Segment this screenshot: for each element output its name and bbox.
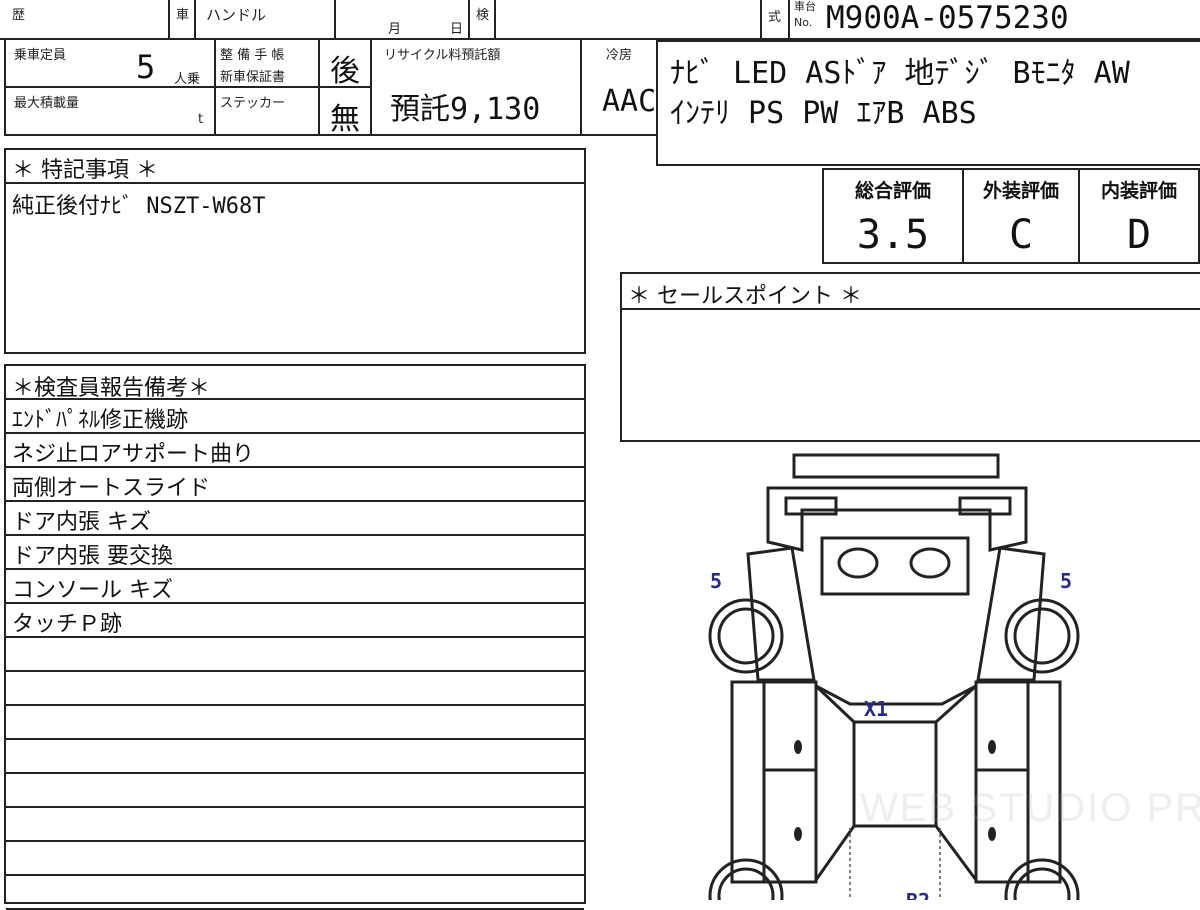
inspector-note-row [6, 638, 584, 672]
chassis-number: M900A-0575230 [826, 0, 1069, 36]
special-notes-text: 純正後付ﾅﾋﾞ NSZT-W68T [12, 194, 266, 219]
damage-mark-left: 5 [710, 569, 722, 593]
handle-label: ハンドル [206, 6, 267, 24]
equipment-box: ﾅﾋﾞ LED ASﾄﾞｱ 地ﾃﾞｼﾞ Bﾓﾆﾀ AW ｲﾝﾃﾘ PS PW ｴ… [656, 40, 1200, 166]
maxload-unit: t [198, 112, 204, 127]
maxload-label: 最大積載量 [14, 96, 80, 111]
inspector-note-text: ドア内張 キズ [12, 510, 151, 535]
inspector-note-row [6, 740, 584, 774]
damage-mark-center: X1 [864, 697, 888, 721]
inspector-note-text: ネジ止ロアサポート曲り [12, 442, 255, 467]
inspector-note-row [6, 876, 584, 910]
ac-label: 冷房 [606, 48, 633, 63]
special-notes-box: ＊ 特記事項 ＊ 純正後付ﾅﾋﾞ NSZT-W68T [4, 148, 586, 354]
inspector-note-row [6, 808, 584, 842]
inspector-note-text: ドア内張 要交換 [12, 544, 173, 569]
inspector-note-row [6, 774, 584, 808]
chassis-label-top: 車台 [794, 0, 816, 13]
maintenance-value: 後 [330, 54, 360, 89]
sales-point-box: ＊ セールスポイント ＊ [620, 272, 1200, 442]
inspector-note-row: ドア内張 キズ [6, 502, 584, 536]
inspector-note-row [6, 706, 584, 740]
car-damage-diagram: 5 5 X1 B2 [708, 453, 1080, 900]
ac-value: AAC [602, 84, 657, 119]
model-label: 式 [768, 10, 782, 25]
capacity-value: 5 [136, 48, 156, 86]
grade-overall-label: 総合評価 [854, 180, 931, 202]
capacity-label: 乗車定員 [14, 48, 67, 63]
grade-overall-value: 3.5 [856, 212, 930, 258]
warranty-label: 新車保証書 [220, 70, 286, 85]
inspector-note-row: ドア内張 要交換 [6, 536, 584, 570]
day-label: 日 [450, 22, 464, 37]
grade-exterior: 外装評価 C [964, 170, 1080, 262]
history-label: 歴 [12, 8, 26, 23]
grade-interior: 内装評価 D [1080, 170, 1198, 262]
inspector-note-text: 両側オートスライド [12, 476, 211, 501]
inspector-note-row: 両側オートスライド [6, 468, 584, 502]
inspector-note-row: タッチＰ跡 [6, 604, 584, 638]
grade-exterior-value: C [1008, 212, 1034, 258]
damage-mark-bottom: B2 [906, 889, 930, 900]
sales-point-title: ＊ セールスポイント ＊ [628, 284, 862, 309]
equipment-line-2: ｲﾝﾃﾘ PS PW ｴｱB ABS [670, 96, 977, 131]
month-label: 月 [388, 22, 402, 37]
vehicle-label: 車 [176, 8, 190, 23]
grade-overall: 総合評価 3.5 [824, 170, 964, 262]
chassis-label-bottom: No. [794, 16, 813, 29]
inspector-notes-box: ＊検査員報告備考＊ ｴﾝﾄﾞﾊﾟﾈﾙ修正機跡 ネジ止ロアサポート曲り 両側オートスラ… [4, 364, 586, 910]
capacity-unit: 人乗 [174, 72, 201, 87]
inspector-note-row [6, 842, 584, 876]
maintenance-label: 整 備 手 帳 [220, 48, 285, 63]
grade-exterior-label: 外装評価 [982, 180, 1059, 202]
sticker-label: ステッカー [220, 96, 286, 111]
header-row: 歴 車 ハンドル 月 日 検 式 車台 No. M900A-0575230 [0, 0, 1200, 40]
inspector-note-row: コンソール キズ [6, 570, 584, 604]
inspector-note-row [6, 672, 584, 706]
grade-interior-value: D [1126, 212, 1152, 258]
inspector-notes-list: ｴﾝﾄﾞﾊﾟﾈﾙ修正機跡ネジ止ロアサポート曲り 両側オートスライド ドア内張 キズド… [6, 400, 584, 910]
grade-interior-label: 内装評価 [1100, 180, 1177, 202]
equipment-line-1: ﾅﾋﾞ LED ASﾄﾞｱ 地ﾃﾞｼﾞ Bﾓﾆﾀ AW [670, 56, 1130, 91]
inspector-note-row: ｴﾝﾄﾞﾊﾟﾈﾙ修正機跡 [6, 400, 584, 434]
recycle-label: リサイクル料預託額 [384, 48, 501, 63]
recycle-value: 預託9,130 [390, 92, 541, 127]
inspector-note-row: ネジ止ロアサポート曲り [6, 434, 584, 468]
inspector-note-text: ｴﾝﾄﾞﾊﾟﾈﾙ修正機跡 [12, 408, 189, 433]
inspector-note-text: コンソール キズ [12, 578, 173, 603]
specs-block: 乗車定員 5 人乗 最大積載量 t 整 備 手 帳 新車保証書 ステッカー 後 … [4, 40, 660, 137]
grades-box: 総合評価 3.5 外装評価 C 内装評価 D [822, 168, 1200, 264]
damage-mark-right: 5 [1060, 569, 1072, 593]
inspection-label: 検 [476, 8, 490, 23]
inspector-note-text: タッチＰ跡 [12, 612, 123, 637]
sticker-value: 無 [330, 102, 360, 137]
watermark: WEB STUDIO PRO [860, 786, 1200, 830]
special-notes-title: ＊ 特記事項 ＊ [12, 158, 158, 183]
